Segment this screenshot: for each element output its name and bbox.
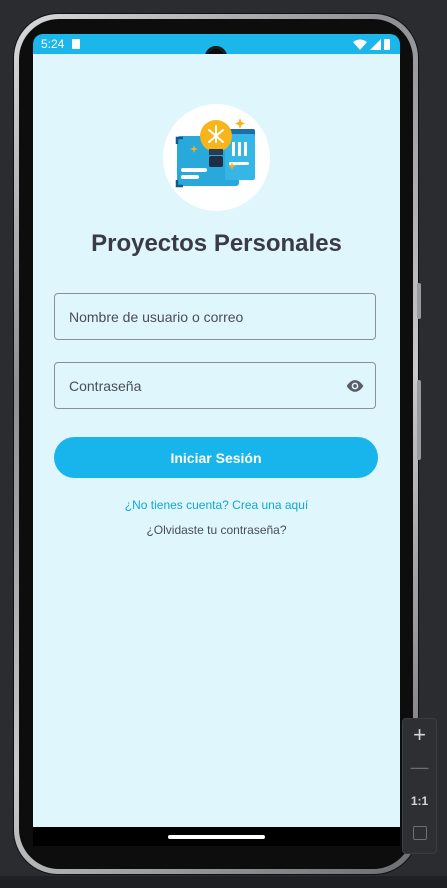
login-button[interactable]: Iniciar Sesión <box>54 437 378 478</box>
login-screen: Proyectos Personales Iniciar Sesión ¿No … <box>33 54 400 827</box>
app-title: Proyectos Personales <box>91 230 342 257</box>
app-logo <box>163 104 270 211</box>
zoom-in-button[interactable]: + <box>403 721 436 749</box>
editor-bottom-bar <box>0 876 447 888</box>
eye-icon[interactable] <box>345 377 365 395</box>
sd-card-icon <box>72 39 80 49</box>
forgot-password-link[interactable]: ¿Olvidaste tu contraseña? <box>33 523 400 537</box>
fit-screen-button[interactable] <box>403 819 436 847</box>
password-input[interactable] <box>55 363 375 408</box>
battery-icon <box>384 38 390 50</box>
device-screen: 5:24 Proyectos Personales Nombre de usua… <box>33 34 400 846</box>
navigation-bar <box>33 827 400 846</box>
zoom-reset-button[interactable]: 1:1 <box>403 787 436 815</box>
register-link[interactable]: ¿No tienes cuenta? Crea una aquí <box>33 498 400 512</box>
password-field[interactable] <box>54 362 376 409</box>
fit-screen-icon <box>412 826 427 840</box>
signal-icon <box>370 38 381 50</box>
status-time: 5:24 <box>41 37 65 51</box>
wifi-icon <box>353 39 367 50</box>
lightbulb-blueprint-icon <box>175 118 255 188</box>
username-input[interactable] <box>55 294 375 339</box>
volume-button[interactable] <box>417 380 421 460</box>
zoom-out-button[interactable]: — <box>403 753 436 781</box>
status-icons <box>353 38 390 50</box>
username-field[interactable] <box>54 293 376 340</box>
power-button[interactable] <box>417 283 421 319</box>
home-indicator[interactable] <box>168 835 265 839</box>
zoom-controls: + — 1:1 <box>402 718 437 854</box>
